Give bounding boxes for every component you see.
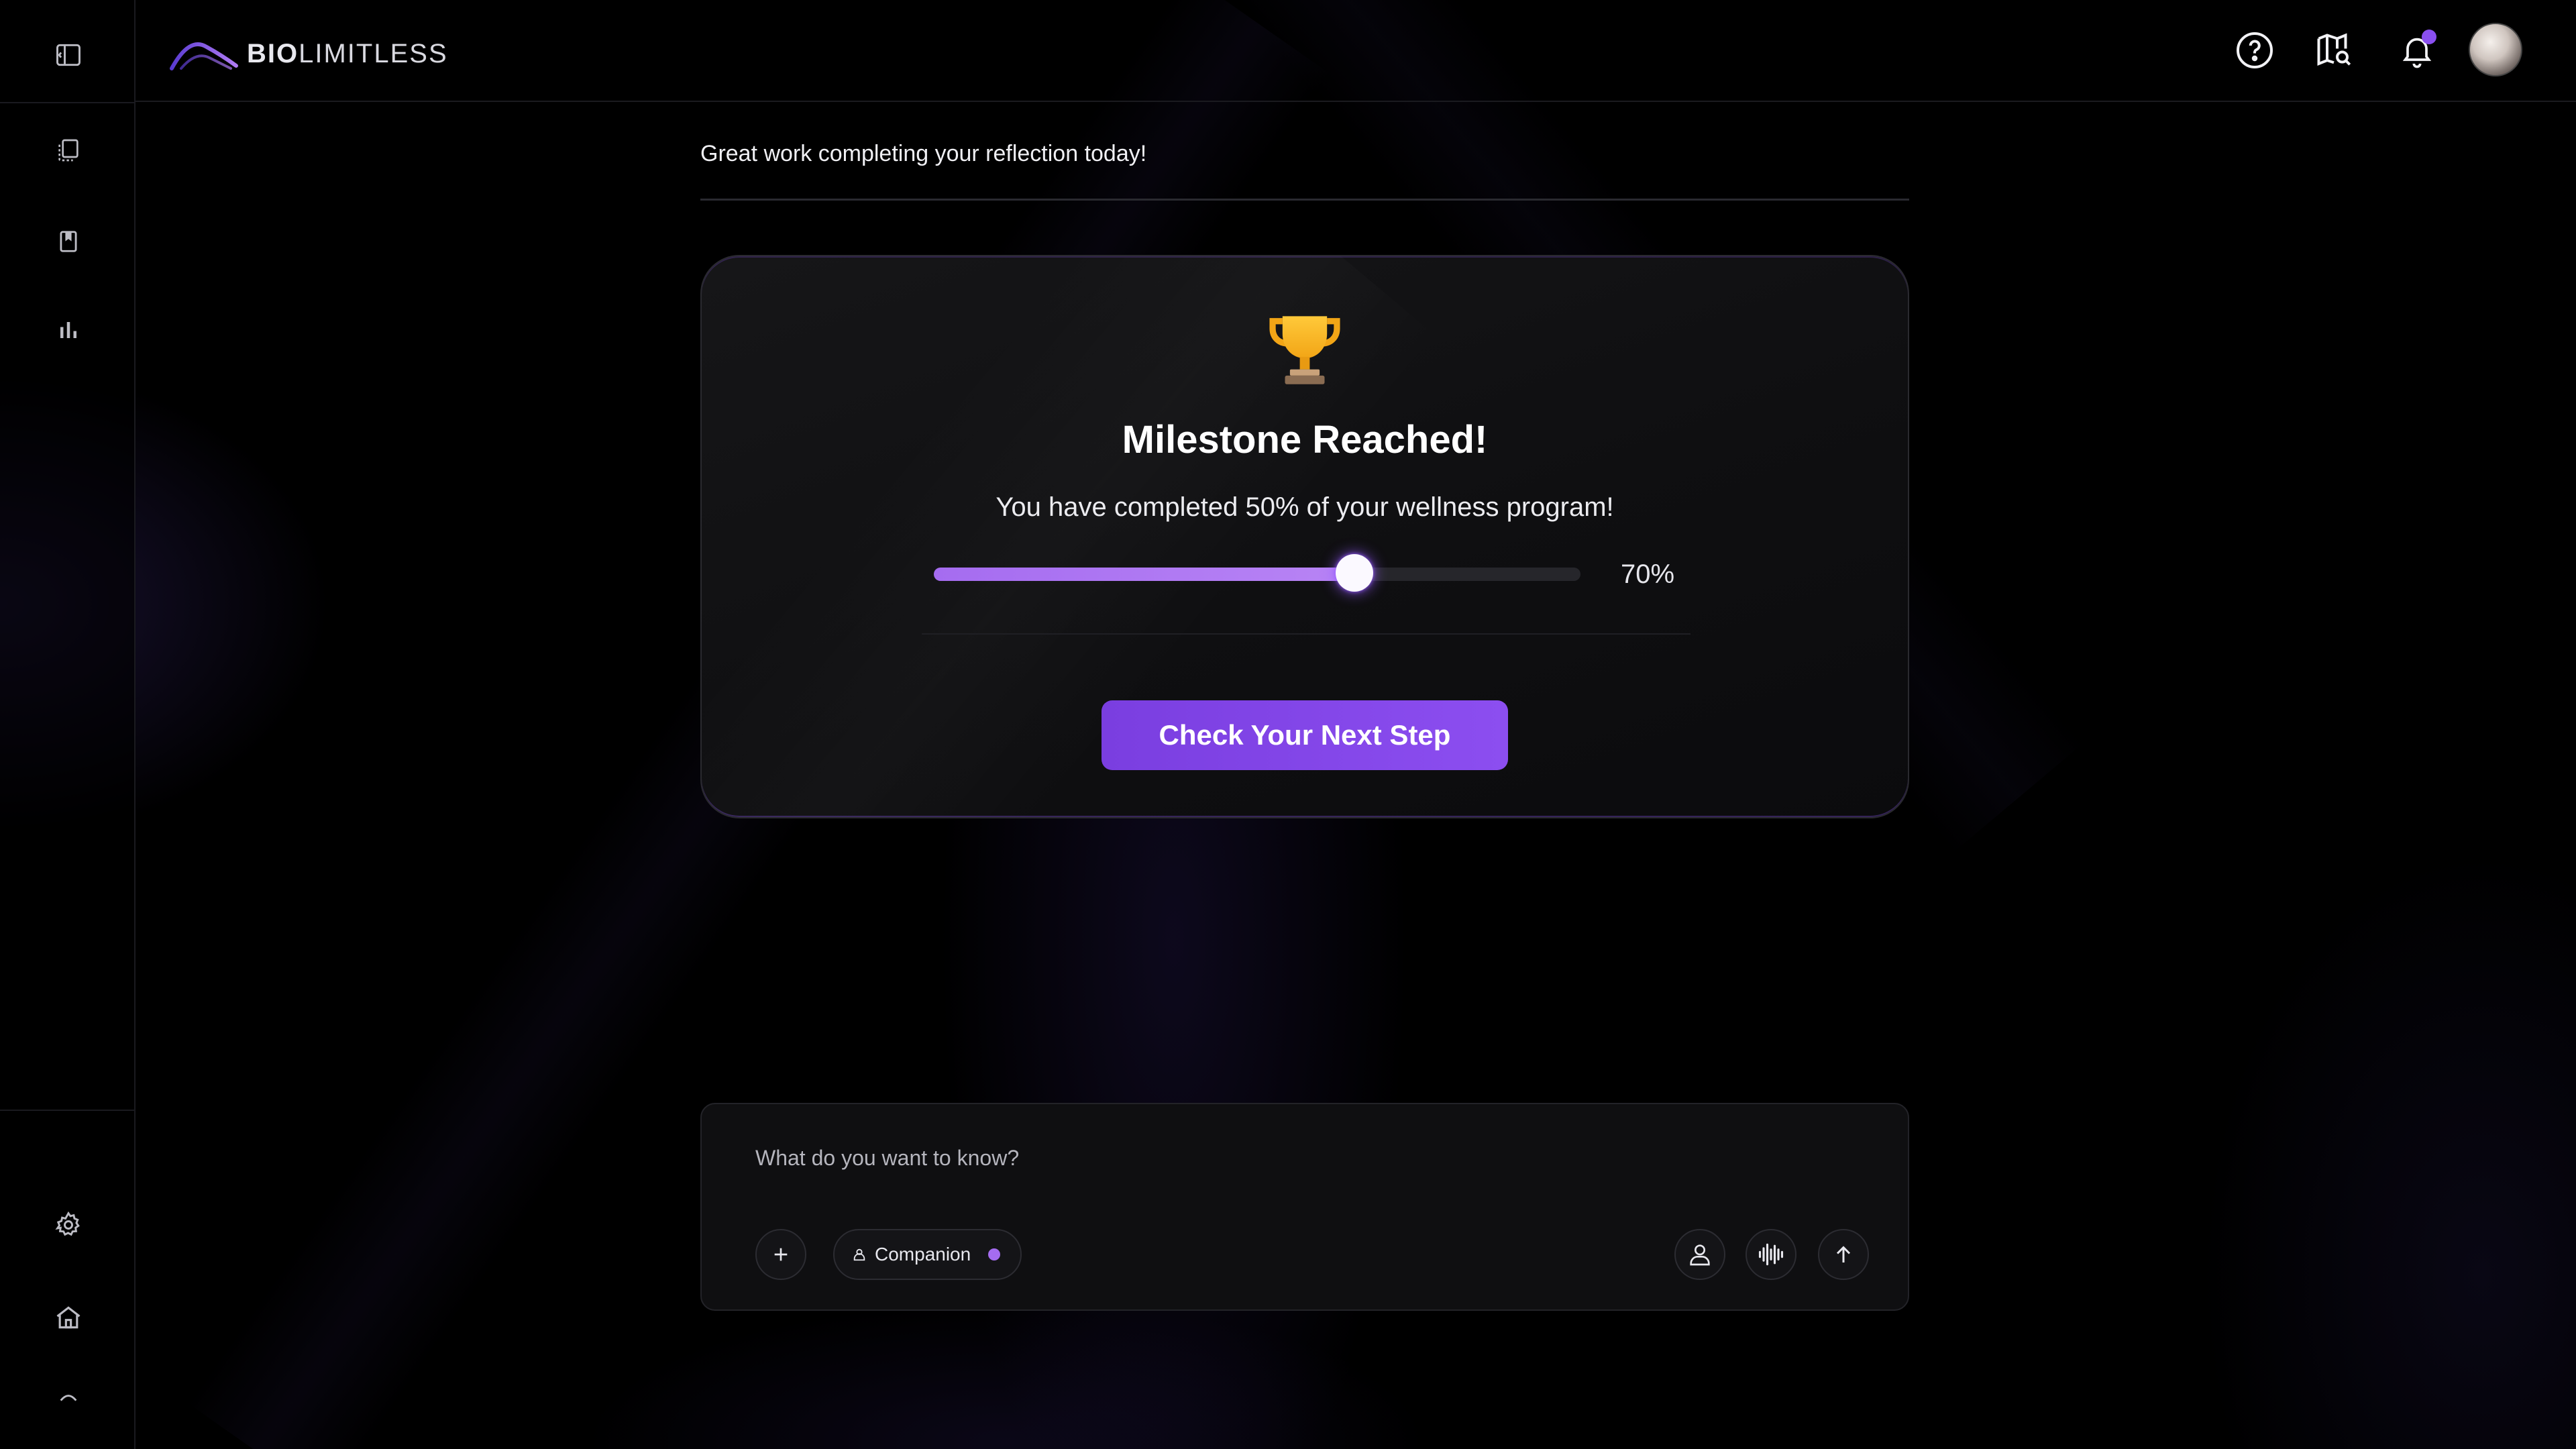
chevron-up-icon[interactable] [43,1390,94,1417]
mode-status-dot [988,1248,1001,1260]
pages-icon[interactable] [43,125,94,176]
progress-slider-fill [934,568,1354,581]
plus-icon [774,1248,788,1261]
send-button[interactable] [1818,1229,1869,1280]
milestone-subtitle: You have completed 50% of your wellness … [996,492,1614,522]
sidebar [0,0,136,1449]
map-search-icon[interactable] [2308,24,2360,76]
progress-value-label: 70% [1621,559,1675,589]
trophy-icon [1269,316,1340,384]
companion-mode-selector[interactable]: Companion [833,1229,1022,1280]
check-next-step-button[interactable]: Check Your Next Step [1102,700,1508,770]
brand-name-bold: BIO [247,38,299,68]
voice-input-button[interactable] [1746,1229,1796,1280]
brand-logo[interactable]: BIOLIMITLESS [169,35,448,72]
brand-name-light: LIMITLESS [299,38,448,68]
companion-mode-label: Companion [875,1244,971,1265]
progress-slider-thumb[interactable] [1335,554,1373,592]
notification-dot [2422,30,2436,44]
chat-input[interactable] [755,1138,1829,1178]
milestone-card: Milestone Reached! You have completed 50… [700,255,1909,818]
help-icon[interactable] [2229,24,2281,76]
card-divider [922,633,1690,635]
brand-name: BIOLIMITLESS [247,39,448,69]
milestone-title: Milestone Reached! [1122,418,1488,462]
chat-composer: Companion [700,1103,1909,1311]
bookmark-icon[interactable] [43,216,94,267]
top-header: BIOLIMITLESS [136,0,2576,102]
avatar[interactable] [2469,23,2522,76]
progress-slider[interactable] [934,554,1580,592]
arrow-up-icon [1836,1246,1851,1263]
add-attachment-button[interactable] [755,1229,806,1280]
person-icon [853,1248,865,1261]
sidebar-divider [0,102,136,103]
sidebar-divider [0,1110,136,1111]
sidebar-toggle-icon[interactable] [43,30,94,80]
home-icon[interactable] [43,1292,94,1343]
bar-chart-icon[interactable] [43,305,94,356]
welcome-divider [700,199,1909,201]
audio-waveform-icon [1758,1243,1784,1266]
brand-mark-icon [170,42,238,70]
profile-button[interactable] [1674,1229,1725,1280]
gear-icon[interactable] [43,1199,94,1250]
bell-icon[interactable] [2391,24,2443,76]
user-icon [1690,1244,1710,1266]
welcome-message: Great work completing your reflection to… [700,141,1147,166]
